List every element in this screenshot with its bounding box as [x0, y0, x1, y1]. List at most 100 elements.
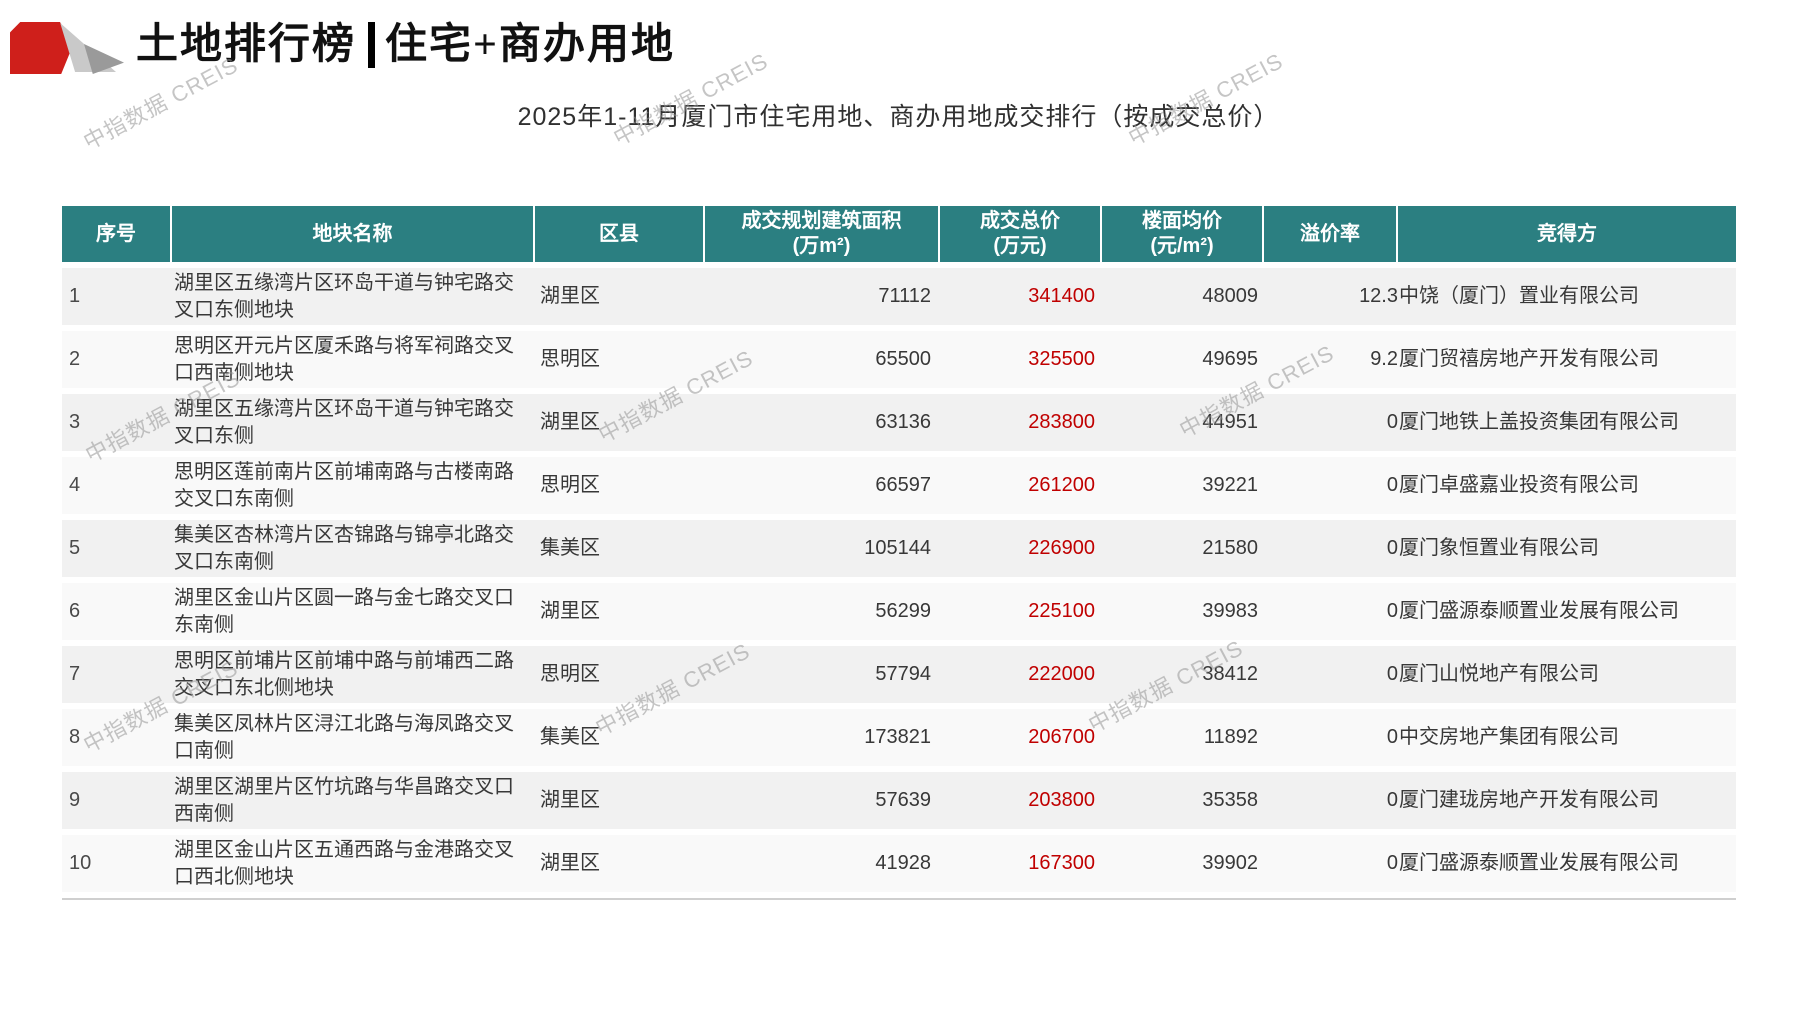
cell-district: 思明区 [535, 331, 705, 388]
header-cell-name: 地块名称 [172, 206, 535, 262]
cell-name: 集美区凤林片区浔江北路与海凤路交叉口南侧 [172, 709, 535, 766]
table-caption: 2025年1-11月厦门市住宅用地、商办用地成交排行（按成交总价） [517, 103, 1280, 131]
cell-district: 思明区 [535, 457, 705, 514]
cell-rank: 8 [62, 709, 172, 766]
cell-winner: 厦门建珑房地产开发有限公司 [1398, 772, 1736, 829]
cell-price: 261200 [940, 457, 1102, 514]
cell-name: 思明区前埔片区前埔中路与前埔西二路交叉口东北侧地块 [172, 646, 535, 703]
cell-rank: 2 [62, 331, 172, 388]
page-title-left: 土地排行榜 [136, 22, 357, 68]
header-cell-district: 区县 [535, 206, 705, 262]
cell-area: 57794 [705, 646, 940, 703]
table-body: 1 湖里区五缘湾片区环岛干道与钟宅路交叉口东侧地块 湖里区 71112 341400 48… [62, 268, 1736, 892]
header-cell-floor-price: 楼面均价 (元/m²) [1102, 206, 1264, 262]
cell-district: 湖里区 [535, 268, 705, 325]
cell-name: 思明区开元片区厦禾路与将军祠路交叉口西南侧地块 [172, 331, 535, 388]
cell-area: 57639 [705, 772, 940, 829]
table-row: 7 思明区前埔片区前埔中路与前埔西二路交叉口东北侧地块 思明区 57794 222000… [62, 646, 1736, 703]
cell-area: 173821 [705, 709, 940, 766]
cell-name: 湖里区五缘湾片区环岛干道与钟宅路交叉口东侧地块 [172, 268, 535, 325]
cell-winner: 厦门卓盛嘉业投资有限公司 [1398, 457, 1736, 514]
cell-area: 41928 [705, 835, 940, 892]
cell-price: 206700 [940, 709, 1102, 766]
cell-price: 225100 [940, 583, 1102, 640]
header-bar: 土地排行榜 住宅+商办用地 [10, 20, 675, 76]
cell-name: 集美区杏林湾片区杏锦路与锦亭北路交叉口东南侧 [172, 520, 535, 577]
table-row: 1 湖里区五缘湾片区环岛干道与钟宅路交叉口东侧地块 湖里区 71112 341400 48… [62, 268, 1736, 325]
cell-floor_price: 39221 [1102, 457, 1264, 514]
cell-name: 湖里区湖里片区竹坑路与华昌路交叉口西南侧 [172, 772, 535, 829]
cell-premium: 0 [1264, 394, 1398, 451]
cell-rank: 10 [62, 835, 172, 892]
header-cell-premium: 溢价率 [1264, 206, 1398, 262]
cell-name: 湖里区金山片区圆一路与金七路交叉口东南侧 [172, 583, 535, 640]
page-title: 土地排行榜 住宅+商办用地 [136, 22, 675, 69]
cell-winner: 厦门象恒置业有限公司 [1398, 520, 1736, 577]
cell-district: 集美区 [535, 520, 705, 577]
header-cell-winner: 竞得方 [1398, 206, 1736, 262]
cell-rank: 4 [62, 457, 172, 514]
page-title-right: 住宅+商办用地 [385, 22, 675, 68]
cell-district: 思明区 [535, 646, 705, 703]
cell-area: 66597 [705, 457, 940, 514]
cell-floor_price: 44951 [1102, 394, 1264, 451]
table-row: 8 集美区凤林片区浔江北路与海凤路交叉口南侧 集美区 173821 206700 1189… [62, 709, 1736, 766]
table-header-row: 序号 地块名称 区县 成交规划建筑面积 (万m²) 成交总价 (万元) 楼面均价… [62, 206, 1736, 262]
cell-area: 56299 [705, 583, 940, 640]
cell-area: 63136 [705, 394, 940, 451]
cell-price: 226900 [940, 520, 1102, 577]
cell-premium: 0 [1264, 709, 1398, 766]
table-row: 2 思明区开元片区厦禾路与将军祠路交叉口西南侧地块 思明区 65500 325500 49… [62, 331, 1736, 388]
cell-premium: 0 [1264, 457, 1398, 514]
cell-winner: 中饶（厦门）置业有限公司 [1398, 268, 1736, 325]
cell-district: 湖里区 [535, 583, 705, 640]
cell-floor_price: 48009 [1102, 268, 1264, 325]
cell-rank: 7 [62, 646, 172, 703]
table-row: 4 思明区莲前南片区前埔南路与古楼南路交叉口东南侧 思明区 66597 261200 39… [62, 457, 1736, 514]
title-divider [368, 22, 376, 69]
cell-floor_price: 11892 [1102, 709, 1264, 766]
cell-name: 湖里区五缘湾片区环岛干道与钟宅路交叉口东侧 [172, 394, 535, 451]
cell-price: 203800 [940, 772, 1102, 829]
cell-rank: 9 [62, 772, 172, 829]
cell-price: 283800 [940, 394, 1102, 451]
cell-winner: 厦门贸禧房地产开发有限公司 [1398, 331, 1736, 388]
table-row: 9 湖里区湖里片区竹坑路与华昌路交叉口西南侧 湖里区 57639 203800 35358… [62, 772, 1736, 829]
cell-price: 167300 [940, 835, 1102, 892]
creis-logo-icon [10, 20, 124, 76]
cell-premium: 9.2 [1264, 331, 1398, 388]
cell-premium: 0 [1264, 646, 1398, 703]
table-bottom-border [62, 898, 1736, 900]
cell-premium: 0 [1264, 520, 1398, 577]
cell-district: 湖里区 [535, 835, 705, 892]
cell-rank: 6 [62, 583, 172, 640]
cell-winner: 厦门山悦地产有限公司 [1398, 646, 1736, 703]
cell-premium: 12.3 [1264, 268, 1398, 325]
cell-name: 湖里区金山片区五通西路与金港路交叉口西北侧地块 [172, 835, 535, 892]
cell-floor_price: 49695 [1102, 331, 1264, 388]
cell-floor_price: 38412 [1102, 646, 1264, 703]
cell-price: 341400 [940, 268, 1102, 325]
cell-name: 思明区莲前南片区前埔南路与古楼南路交叉口东南侧 [172, 457, 535, 514]
cell-district: 湖里区 [535, 772, 705, 829]
cell-floor_price: 39983 [1102, 583, 1264, 640]
cell-area: 71112 [705, 268, 940, 325]
cell-price: 325500 [940, 331, 1102, 388]
land-ranking-table: 序号 地块名称 区县 成交规划建筑面积 (万m²) 成交总价 (万元) 楼面均价… [62, 200, 1736, 898]
cell-premium: 0 [1264, 583, 1398, 640]
cell-floor_price: 35358 [1102, 772, 1264, 829]
header-cell-rank: 序号 [62, 206, 172, 262]
table-row: 6 湖里区金山片区圆一路与金七路交叉口东南侧 湖里区 56299 225100 39983… [62, 583, 1736, 640]
cell-district: 集美区 [535, 709, 705, 766]
cell-winner: 中交房地产集团有限公司 [1398, 709, 1736, 766]
header-cell-area: 成交规划建筑面积 (万m²) [705, 206, 940, 262]
cell-area: 105144 [705, 520, 940, 577]
cell-floor_price: 39902 [1102, 835, 1264, 892]
header-cell-price: 成交总价 (万元) [940, 206, 1102, 262]
cell-area: 65500 [705, 331, 940, 388]
cell-winner: 厦门盛源泰顺置业发展有限公司 [1398, 835, 1736, 892]
cell-winner: 厦门盛源泰顺置业发展有限公司 [1398, 583, 1736, 640]
cell-price: 222000 [940, 646, 1102, 703]
cell-winner: 厦门地铁上盖投资集团有限公司 [1398, 394, 1736, 451]
cell-premium: 0 [1264, 835, 1398, 892]
